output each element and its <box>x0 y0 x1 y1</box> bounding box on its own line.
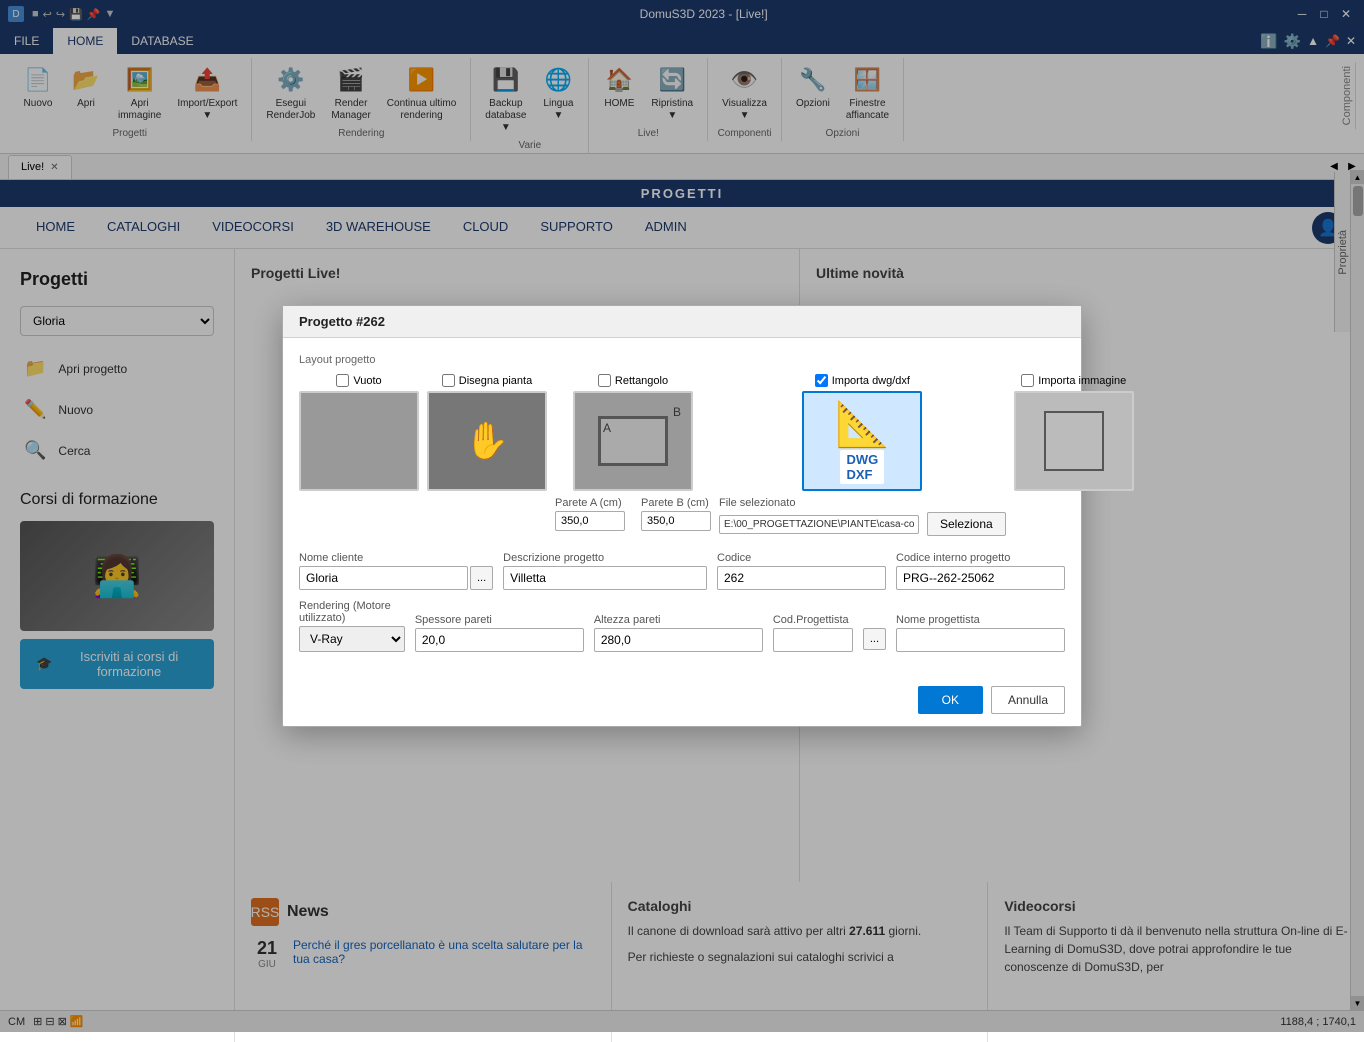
nome-progettista-label: Nome progettista <box>896 614 1065 626</box>
form-nome-progettista: Nome progettista <box>896 614 1065 652</box>
dim-b-input[interactable] <box>641 511 711 531</box>
thumb-rect: A B <box>575 393 691 489</box>
file-row: Seleziona <box>719 512 1006 536</box>
layout-option-immagine: Importa immagine <box>1014 374 1134 491</box>
dialog-body: Layout progetto Vuoto <box>283 338 1081 678</box>
dim-a-group: Parete A (cm) <box>555 497 625 531</box>
form-row2: Rendering (Motore utilizzato) V-Ray Spes… <box>299 600 1065 652</box>
altezza-input[interactable] <box>594 628 763 652</box>
layout-option-dwg: Importa dwg/dxf 📐 DWG DXF File seleziona… <box>719 374 1006 536</box>
file-label: File selezionato <box>719 497 1006 509</box>
cancel-button[interactable]: Annulla <box>991 686 1065 714</box>
nome-cliente-row: ... <box>299 566 493 590</box>
dialog-title: Progetto #262 <box>283 306 1081 338</box>
layout-checkbox-disegna[interactable] <box>442 374 455 387</box>
layout-option-vuoto-header: Vuoto <box>336 374 381 387</box>
layout-thumb-immagine[interactable] <box>1014 391 1134 491</box>
layout-thumb-rettangolo[interactable]: A B <box>573 391 693 491</box>
rendering-select[interactable]: V-Ray <box>299 626 405 652</box>
nome-cliente-browse-btn[interactable]: ... <box>470 566 493 590</box>
dim-a-label: Parete A (cm) <box>555 497 625 509</box>
layout-option-dwg-header: Importa dwg/dxf <box>815 374 910 387</box>
file-section: File selezionato Seleziona <box>719 497 1006 536</box>
form-nome-cliente: Nome cliente ... <box>299 552 493 590</box>
form-altezza: Altezza pareti <box>594 614 763 652</box>
layout-checkbox-dwg[interactable] <box>815 374 828 387</box>
layout-options: Vuoto Disegna pianta ✋ <box>299 374 1065 536</box>
cod-progettista-input[interactable] <box>773 628 853 652</box>
form-spessore: Spessore pareti <box>415 614 584 652</box>
layout-label-disegna: Disegna pianta <box>459 375 532 387</box>
progettista-browse: ... <box>863 628 886 652</box>
dialog-progetto: Progetto #262 Layout progetto Vuoto <box>282 305 1082 727</box>
layout-thumb-dwg[interactable]: 📐 DWG DXF <box>802 391 922 491</box>
dialog-overlay: Progetto #262 Layout progetto Vuoto <box>0 0 1364 1032</box>
seleziona-button[interactable]: Seleziona <box>927 512 1006 536</box>
layout-checkbox-immagine[interactable] <box>1021 374 1034 387</box>
rendering-label: Rendering (Motore utilizzato) <box>299 600 405 624</box>
layout-thumb-disegna[interactable]: ✋ <box>427 391 547 491</box>
nome-cliente-input[interactable] <box>299 566 468 590</box>
blueprint-inner <box>1044 411 1104 471</box>
layout-option-immagine-header: Importa immagine <box>1021 374 1126 387</box>
file-path-input[interactable] <box>719 515 919 534</box>
layout-checkbox-vuoto[interactable] <box>336 374 349 387</box>
layout-option-rettangolo-header: Rettangolo <box>598 374 668 387</box>
thumb-hand: ✋ <box>429 393 545 489</box>
progettista-browse-btn[interactable]: ... <box>863 628 886 650</box>
layout-option-disegna-header: Disegna pianta <box>442 374 532 387</box>
codice-interno-label: Codice interno progetto <box>896 552 1065 564</box>
ok-button[interactable]: OK <box>918 686 983 714</box>
layout-checkbox-rettangolo[interactable] <box>598 374 611 387</box>
altezza-label: Altezza pareti <box>594 614 763 626</box>
layout-option-rettangolo: Rettangolo A B Parete A (cm) <box>555 374 711 531</box>
dwg-thumb-icon: 📐 <box>835 398 890 450</box>
spessore-input[interactable] <box>415 628 584 652</box>
dim-b-group: Parete B (cm) <box>641 497 711 531</box>
dim-a-input[interactable] <box>555 511 625 531</box>
rect-a-label: A <box>603 421 611 435</box>
layout-label-dwg: Importa dwg/dxf <box>832 375 910 387</box>
desc-progetto-label: Descrizione progetto <box>503 552 707 564</box>
form-codice-interno: Codice interno progetto <box>896 552 1065 590</box>
desc-progetto-input[interactable] <box>503 566 707 590</box>
codice-input[interactable] <box>717 566 886 590</box>
form-row1: Nome cliente ... Descrizione progetto Co… <box>299 552 1065 590</box>
dwg-label-box: DWG DXF <box>840 450 884 484</box>
cod-progettista-label: Cod.Progettista <box>773 614 853 626</box>
dwg-content: 📐 DWG DXF <box>835 398 890 484</box>
dxf-label: DXF <box>846 467 872 482</box>
thumb-blueprint <box>1016 393 1132 489</box>
layout-option-disegna: Disegna pianta ✋ <box>427 374 547 491</box>
rect-b-label: B <box>673 405 681 419</box>
rect-inner: A B <box>598 416 668 466</box>
dim-row: Parete A (cm) Parete B (cm) <box>555 497 711 531</box>
dialog-section-label: Layout progetto <box>299 354 1065 366</box>
dwg-label: DWG <box>846 452 878 467</box>
form-codice: Codice <box>717 552 886 590</box>
nome-progettista-input[interactable] <box>896 628 1065 652</box>
layout-label-vuoto: Vuoto <box>353 375 381 387</box>
layout-option-vuoto: Vuoto <box>299 374 419 491</box>
nome-cliente-label: Nome cliente <box>299 552 493 564</box>
form-desc-progetto: Descrizione progetto <box>503 552 707 590</box>
dialog-footer: OK Annulla <box>283 678 1081 726</box>
codice-interno-input[interactable] <box>896 566 1065 590</box>
layout-thumb-vuoto[interactable] <box>299 391 419 491</box>
spessore-label: Spessore pareti <box>415 614 584 626</box>
thumb-blank <box>301 393 417 489</box>
form-rendering: Rendering (Motore utilizzato) V-Ray <box>299 600 405 652</box>
layout-label-immagine: Importa immagine <box>1038 375 1126 387</box>
layout-label-rettangolo: Rettangolo <box>615 375 668 387</box>
form-cod-progettista: Cod.Progettista <box>773 614 853 652</box>
dim-b-label: Parete B (cm) <box>641 497 711 509</box>
codice-label: Codice <box>717 552 886 564</box>
